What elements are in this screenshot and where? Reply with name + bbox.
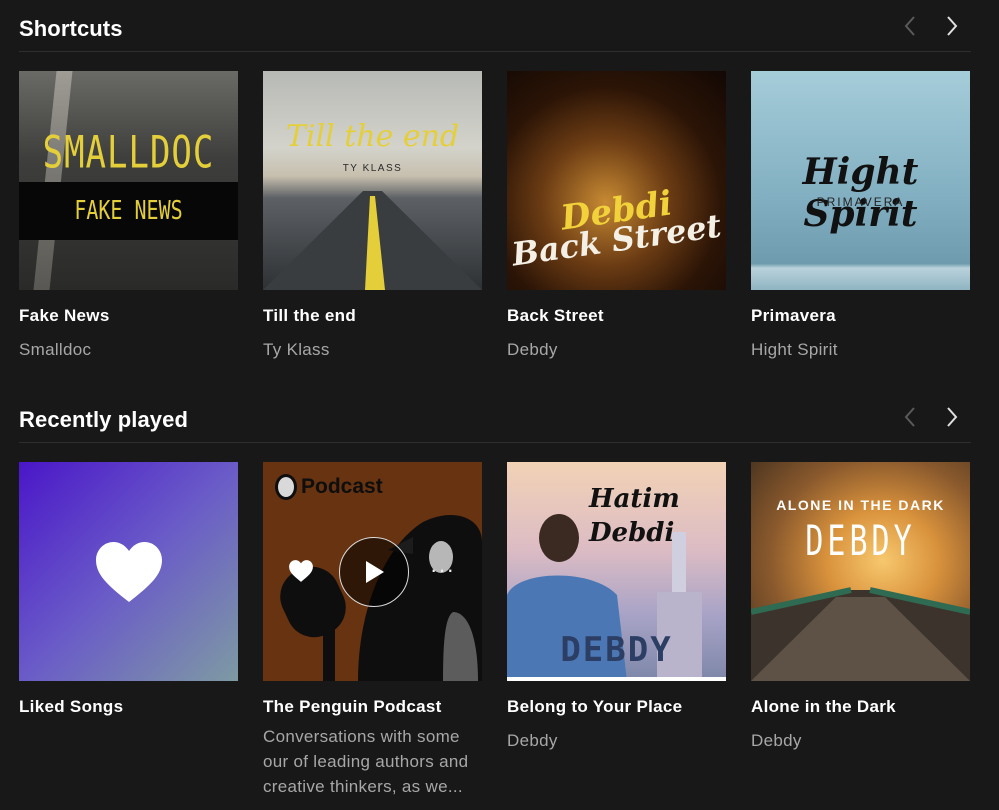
card-title[interactable]: Fake News (19, 306, 238, 326)
album-cover[interactable]: Hight Spirit PRIMAVERA (751, 71, 970, 290)
album-cover[interactable]: SMALLDOC FAKE NEWS (19, 71, 238, 290)
playlist-card[interactable]: Liked Songs (19, 462, 238, 799)
card-subtitle: Conversations with some our of leading a… (263, 727, 469, 796)
carousel-nav (899, 403, 963, 431)
card-title[interactable]: Alone in the Dark (751, 697, 970, 717)
card-title[interactable]: Primavera (751, 306, 970, 326)
cover-text: DEBDY (560, 630, 673, 670)
album-cover[interactable]: Till the end TY KLASS (263, 71, 482, 290)
album-card[interactable]: Hight Spirit PRIMAVERA Primavera Hight S… (751, 71, 970, 362)
podcast-cover[interactable]: Podcast ··· (263, 462, 482, 681)
album-card[interactable]: Hatim Debdi DEBDY Belong to Your Place D… (507, 462, 726, 799)
cover-text: DEBDY (805, 517, 916, 566)
chevron-right-icon (947, 407, 958, 427)
card-title[interactable]: Belong to Your Place (507, 697, 726, 717)
more-dots-icon[interactable]: ··· (430, 559, 455, 581)
chevron-left-icon (904, 407, 915, 427)
cover-text: Till the end (285, 119, 460, 154)
album-card[interactable]: Debdi Back Street Back Street Debdy (507, 71, 726, 362)
card-subtitle[interactable]: Debdy (507, 728, 726, 753)
shortcuts-header: Shortcuts (19, 0, 971, 52)
card-title[interactable]: Till the end (263, 306, 482, 326)
cover-text: Hight Spirit (802, 151, 919, 235)
shortcuts-section: Shortcuts SMALLDOC FAKE NEWS Fake News S… (19, 0, 971, 359)
album-cover[interactable]: Debdi Back Street (507, 71, 726, 290)
album-cover[interactable]: ALONE IN THE DARK DEBDY (751, 462, 970, 681)
card-title[interactable]: Liked Songs (19, 697, 238, 717)
album-card[interactable]: SMALLDOC FAKE NEWS Fake News Smalldoc (19, 71, 238, 362)
card-title[interactable]: Back Street (507, 306, 726, 326)
recently-played-cards: Liked Songs Podcast ··· The Penguin Podc… (19, 462, 970, 799)
podcast-card[interactable]: Podcast ··· The Penguin Podcast Conversa… (263, 462, 482, 799)
recently-played-section: Recently played Liked Songs Podcast ··· … (19, 391, 971, 796)
prev-button[interactable] (899, 403, 921, 431)
album-card[interactable]: ALONE IN THE DARK DEBDY Alone in the Dar… (751, 462, 970, 799)
carousel-nav (899, 12, 963, 40)
card-subtitle[interactable]: Debdy (751, 728, 970, 753)
cover-art-detail (33, 71, 73, 290)
shortcuts-cards: SMALLDOC FAKE NEWS Fake News Smalldoc Ti… (19, 71, 970, 362)
card-subtitle[interactable]: Debdy (507, 337, 726, 362)
heart-icon (95, 541, 162, 602)
card-subtitle[interactable]: Hight Spirit (751, 337, 970, 362)
next-button[interactable] (941, 12, 963, 40)
playlist-cover[interactable] (19, 462, 238, 681)
card-subtitle[interactable]: Ty Klass (263, 337, 482, 362)
prev-button[interactable] (899, 12, 921, 40)
album-cover[interactable]: Hatim Debdi DEBDY (507, 462, 726, 681)
cover-text: PRIMAVERA (816, 195, 905, 209)
play-icon (366, 561, 384, 583)
card-subtitle[interactable]: Smalldoc (19, 337, 238, 362)
progress-fill (507, 677, 726, 681)
cover-text: TY KLASS (342, 163, 403, 174)
cover-text: Hatim Debdi (589, 484, 680, 548)
heart-icon[interactable] (288, 559, 314, 583)
album-card[interactable]: Till the end TY KLASS Till the end Ty Kl… (263, 71, 482, 362)
chevron-left-icon (904, 16, 915, 36)
cover-text: SMALLDOC (42, 127, 215, 179)
section-title: Recently played (19, 407, 189, 432)
cover-art-bridge (751, 587, 970, 681)
cover-art-road (263, 191, 482, 290)
recently-played-header: Recently played (19, 391, 971, 443)
play-button[interactable] (339, 537, 409, 607)
next-button[interactable] (941, 403, 963, 431)
progress-bar (507, 677, 726, 681)
chevron-right-icon (947, 16, 958, 36)
section-title: Shortcuts (19, 16, 123, 41)
cover-text: FAKE NEWS (74, 194, 183, 226)
card-title[interactable]: The Penguin Podcast (263, 697, 482, 717)
cover-text: ALONE IN THE DARK (776, 497, 945, 513)
